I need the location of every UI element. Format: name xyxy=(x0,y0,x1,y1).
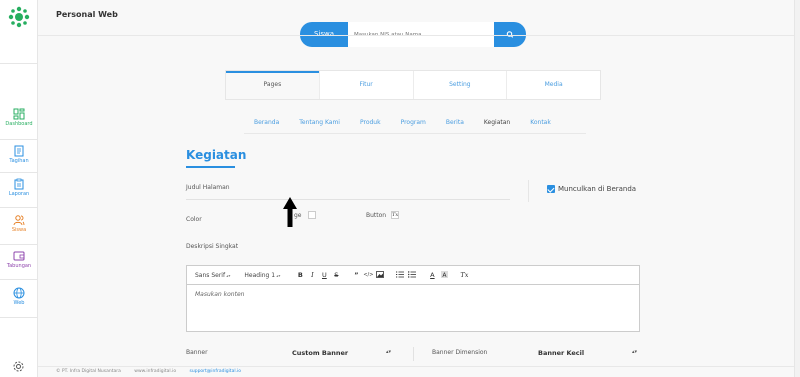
button-color-clear-icon[interactable]: Tx xyxy=(391,211,399,219)
sidebar-item-siswa[interactable]: Siswa xyxy=(0,209,38,249)
footer-website[interactable]: www.infradigital.io xyxy=(134,369,176,374)
clear-format-button[interactable]: Tx xyxy=(458,271,470,279)
subnav-produk[interactable]: Produk xyxy=(350,112,391,134)
background-color-button[interactable]: A xyxy=(438,270,450,280)
page-scrollbar[interactable] xyxy=(794,0,800,377)
underline-button[interactable]: U xyxy=(318,271,330,279)
deskripsi-label: Deskripsi Singkat xyxy=(186,243,239,250)
show-on-home-label: Munculkan di Beranda xyxy=(558,185,637,193)
banner-select[interactable]: Custom Banner xyxy=(292,349,348,357)
chevron-updown-icon: ▴▾ xyxy=(386,349,392,355)
banner-dimension-label: Banner Dimension xyxy=(432,349,488,356)
tab-fitur[interactable]: Fitur xyxy=(318,71,413,99)
logo-icon xyxy=(8,6,30,28)
sidebar-item-label: Tagihan xyxy=(9,158,29,164)
subnav-beranda[interactable]: Beranda xyxy=(244,112,289,134)
tab-media[interactable]: Media xyxy=(506,71,600,99)
judul-halaman-input[interactable] xyxy=(186,199,510,200)
sidebar-item-label: Tabungan xyxy=(6,263,32,269)
footer-email[interactable]: support@infradigital.io xyxy=(190,369,242,374)
image-button[interactable] xyxy=(374,270,386,280)
show-on-home-checkbox[interactable]: Munculkan di Beranda xyxy=(547,185,636,193)
subnav-tentang-kami[interactable]: Tentang Kami xyxy=(289,112,350,134)
editor-content[interactable]: Masukan konten xyxy=(187,285,639,304)
app-title: Personal Web xyxy=(56,10,118,19)
invoice-icon xyxy=(14,145,24,157)
image-icon xyxy=(376,270,385,278)
judul-halaman-label: Judul Halaman xyxy=(186,184,230,191)
italic-button[interactable]: I xyxy=(306,271,318,279)
bullet-list-button[interactable] xyxy=(406,270,418,280)
sidebar-item-label: Dashboard xyxy=(5,121,33,127)
banner-dimension-select[interactable]: Banner Kecil xyxy=(538,349,584,357)
background-color-icon: A xyxy=(440,270,448,278)
sidebar-item-label: Web xyxy=(13,300,25,306)
code-button[interactable]: </> xyxy=(362,272,374,278)
sidebar-item-web[interactable]: Web xyxy=(0,282,38,322)
tab-setting[interactable]: Setting xyxy=(412,71,507,99)
font-select[interactable]: Sans Serif xyxy=(195,272,230,279)
ordered-list-button[interactable] xyxy=(394,271,406,280)
cursor-arrow-icon xyxy=(283,197,297,227)
gear-icon[interactable] xyxy=(12,360,25,373)
color-button-label: Button xyxy=(366,212,387,219)
bold-button[interactable]: B xyxy=(294,271,306,279)
dashboard-icon xyxy=(13,108,25,120)
sidebar: Dashboard Tagihan Laporan Siswa Tabungan… xyxy=(0,0,38,377)
topbar: Personal Web Siswa xyxy=(38,0,800,47)
blockquote-button[interactable]: ” xyxy=(350,271,362,279)
text-color-button[interactable]: A xyxy=(426,271,438,279)
rich-text-editor: Sans Serif Heading 1 B I U S ” </> A A T… xyxy=(186,265,640,332)
clipboard-icon xyxy=(14,178,24,190)
wallet-icon xyxy=(13,251,25,261)
page-subnav: Beranda Tentang Kami Produk Program Beri… xyxy=(244,112,561,134)
globe-icon xyxy=(13,287,25,299)
subnav-kegiatan[interactable]: Kegiatan xyxy=(474,112,520,134)
chevron-updown-icon: ▴▾ xyxy=(632,349,638,355)
sidebar-item-label: Laporan xyxy=(8,191,30,197)
tab-pages[interactable]: Pages xyxy=(226,71,319,99)
checkbox-checked-icon xyxy=(547,185,555,193)
main-tabs: Pages Fitur Setting Media xyxy=(225,70,601,100)
section-title: Kegiatan xyxy=(186,148,247,162)
banner-label: Banner xyxy=(186,349,208,356)
strike-button[interactable]: S xyxy=(330,271,342,279)
page-color-swatch[interactable] xyxy=(308,211,316,219)
subnav-berita[interactable]: Berita xyxy=(436,112,474,134)
sidebar-item-label: Siswa xyxy=(11,227,27,233)
section-title-underline xyxy=(186,166,235,168)
ordered-list-icon xyxy=(396,271,405,277)
heading-select[interactable]: Heading 1 xyxy=(244,272,280,279)
users-icon xyxy=(13,215,25,226)
subnav-kontak[interactable]: Kontak xyxy=(520,112,561,134)
footer-copyright: © PT. Infra Digital Nusantara xyxy=(56,369,121,374)
footer: © PT. Infra Digital Nusantara www.infrad… xyxy=(38,366,800,377)
subnav-program[interactable]: Program xyxy=(391,112,436,134)
bullet-list-icon xyxy=(408,270,417,278)
editor-toolbar: Sans Serif Heading 1 B I U S ” </> A A T… xyxy=(187,266,639,285)
color-label: Color xyxy=(186,216,202,223)
sidebar-item-dashboard[interactable]: Dashboard xyxy=(0,103,38,143)
